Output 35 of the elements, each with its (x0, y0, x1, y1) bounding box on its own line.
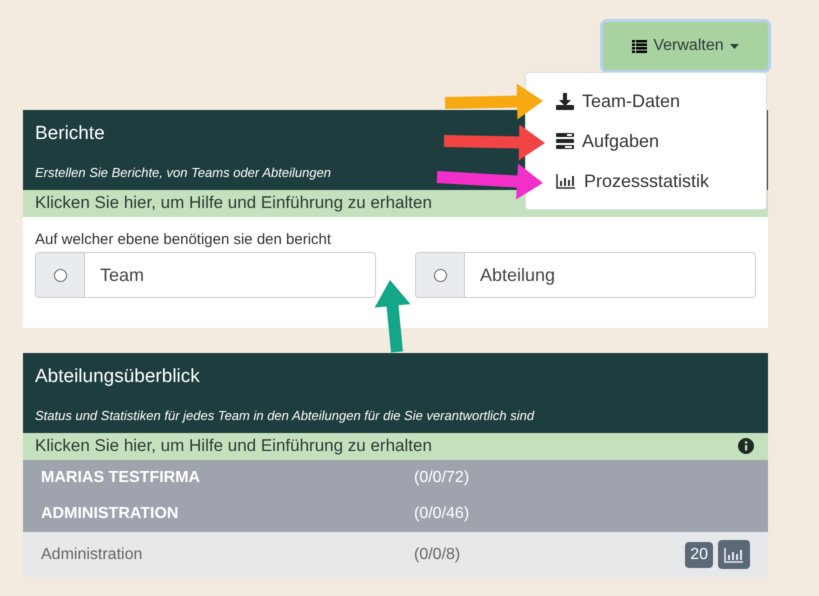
caret-icon (730, 44, 739, 48)
stats-button[interactable] (718, 540, 750, 569)
radio-option[interactable]: Abteilung (415, 252, 756, 298)
row-name: ADMINISTRATION (41, 505, 180, 523)
radio-button[interactable] (54, 268, 66, 282)
menu-item[interactable]: Team-Daten (556, 81, 680, 121)
list-icon (632, 40, 648, 52)
download-icon (556, 92, 574, 110)
bar-chart-icon (556, 173, 576, 189)
menu-item-label: Team-Daten (582, 90, 680, 112)
card-title: Berichte (35, 123, 105, 145)
manage-button[interactable]: Verwalten (603, 22, 768, 70)
card-subtitle: Erstellen Sie Berichte, von Teams oder Abteilungen (35, 165, 332, 180)
tasks-icon (556, 133, 574, 149)
option-label: Abteilung (479, 264, 556, 286)
menu-item-label: Prozessstatistik (584, 170, 710, 192)
info-icon (738, 438, 754, 454)
row-count: (0/0/46) (414, 505, 470, 523)
row-count: (0/0/72) (414, 469, 470, 487)
help-bar[interactable]: Klicken Sie hier, um Hilfe und Einführung zu erhalten (23, 433, 768, 460)
menu-item-label: Aufgaben (582, 130, 660, 152)
row-name: Administration (41, 546, 144, 564)
card-subtitle: Status und Statistiken für jedes Team in den Abteilungen für die Sie verantwortlich sind (35, 408, 534, 423)
bar-chart-icon (724, 546, 744, 562)
help-text: Klicken Sie hier, um Hilfe und Einführung zu erhalten (35, 436, 432, 456)
menu-item[interactable]: Aufgaben (556, 121, 660, 161)
count-badge: 20 (685, 542, 713, 568)
question-label: Auf welcher ebene benötigen sie den bericht (35, 231, 332, 248)
radio-option[interactable]: Team (35, 252, 376, 298)
card-title: Abteilungsüberblick (35, 366, 200, 388)
row-count: (0/0/8) (414, 546, 462, 564)
option-label: Team (99, 264, 144, 286)
row-name: MARIAS TESTFIRMA (41, 469, 202, 487)
help-text: Klicken Sie hier, um Hilfe und Einführung zu erhalten (35, 193, 432, 213)
radio-button[interactable] (434, 268, 446, 282)
